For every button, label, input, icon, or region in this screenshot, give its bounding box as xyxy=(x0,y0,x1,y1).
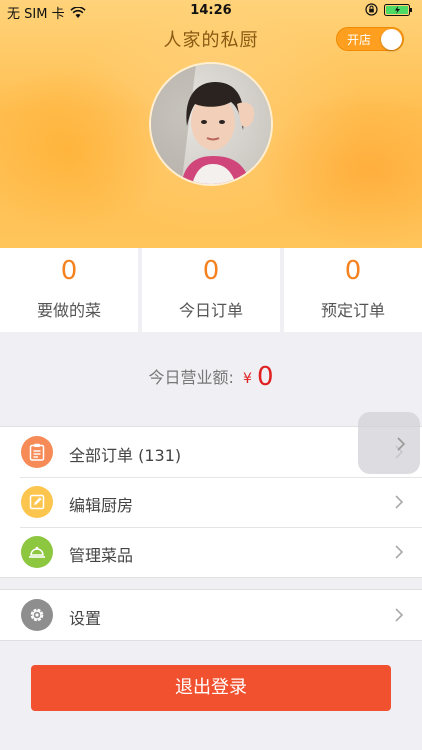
cloche-icon xyxy=(21,536,53,568)
battery-icon xyxy=(384,3,412,16)
open-shop-toggle[interactable]: 开店 xyxy=(336,27,404,51)
header: 无 SIM 卡 14:26 人家的私厨 开店 xyxy=(0,0,422,248)
menu-label: 管理菜品 xyxy=(69,546,134,565)
status-right xyxy=(365,3,414,16)
stat-value: 0 xyxy=(60,256,78,286)
chevron-right-icon xyxy=(397,437,406,451)
menu-item-settings[interactable]: 设置 xyxy=(0,590,422,640)
today-revenue: 今日营业额: ¥ 0 xyxy=(0,362,422,392)
revenue-amount: 0 xyxy=(256,362,274,392)
assistive-touch-button[interactable] xyxy=(358,412,420,474)
toggle-knob xyxy=(381,29,402,50)
revenue-label: 今日营业额: xyxy=(148,368,234,387)
toggle-label: 开店 xyxy=(347,33,372,47)
avatar-image xyxy=(151,64,271,184)
status-bar: 无 SIM 卡 14:26 xyxy=(0,0,422,22)
stat-reserved-orders[interactable]: 0 预定订单 xyxy=(284,248,422,332)
stat-today-orders[interactable]: 0 今日订单 xyxy=(142,248,280,332)
stat-dishes-to-make[interactable]: 0 要做的菜 xyxy=(0,248,138,332)
menu-label: 编辑厨房 xyxy=(69,496,134,515)
stat-value: 0 xyxy=(202,256,220,286)
menu-label: 全部订单 (131) xyxy=(69,446,182,465)
gear-icon xyxy=(21,599,53,631)
stats-row: 0 要做的菜 0 今日订单 0 预定订单 xyxy=(0,248,422,332)
menu-item-edit-kitchen[interactable]: 编辑厨房 xyxy=(0,477,422,527)
avatar[interactable] xyxy=(149,62,273,186)
chevron-right-icon xyxy=(395,495,404,509)
menu-item-manage-dishes[interactable]: 管理菜品 xyxy=(0,527,422,577)
chevron-right-icon xyxy=(395,608,404,622)
stat-label: 预定订单 xyxy=(320,301,385,320)
chevron-right-icon xyxy=(395,545,404,559)
revenue-currency: ¥ xyxy=(242,371,252,387)
stat-label: 要做的菜 xyxy=(36,301,101,320)
edit-icon xyxy=(21,486,53,518)
clock: 14:26 xyxy=(190,3,232,18)
settings-group: 设置 xyxy=(0,589,422,641)
menu-label: 设置 xyxy=(69,609,102,628)
stat-label: 今日订单 xyxy=(178,301,243,320)
rotation-lock-icon xyxy=(365,3,378,16)
stat-value: 0 xyxy=(344,256,362,286)
logout-button[interactable]: 退出登录 xyxy=(31,665,391,711)
clipboard-icon xyxy=(21,436,53,468)
